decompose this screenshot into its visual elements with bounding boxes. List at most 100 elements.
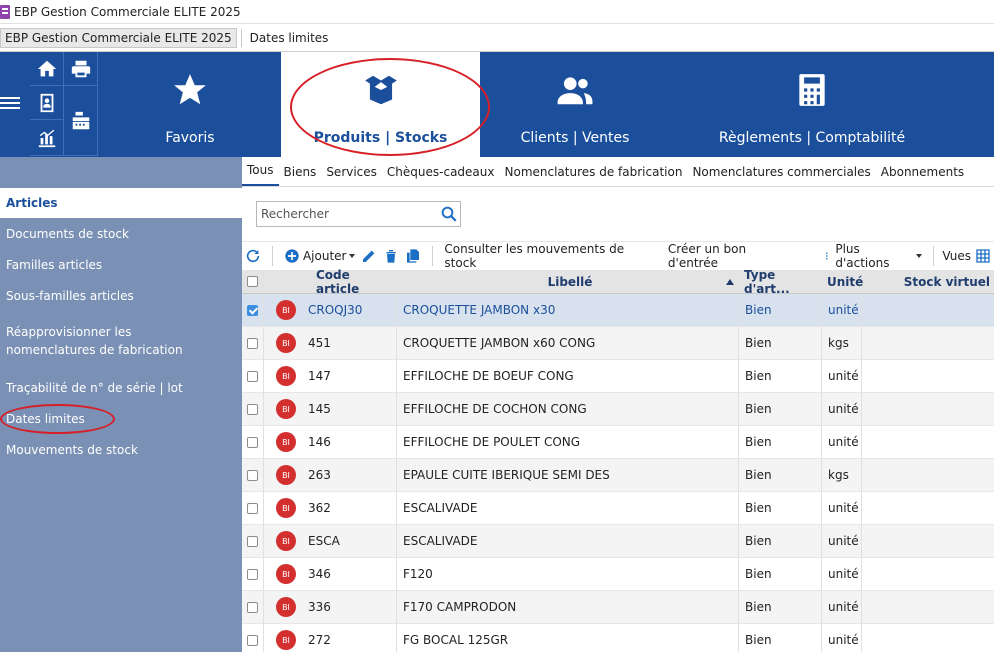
table-row[interactable]: BI 272 FG BOCAL 125GR Bien unité [242, 624, 994, 652]
row-checkbox[interactable] [247, 502, 258, 514]
more-actions-label: Plus d'actions [835, 241, 890, 270]
cash-register-icon[interactable] [64, 86, 98, 156]
add-button[interactable]: Ajouter [281, 244, 359, 268]
duplicate-icon[interactable] [402, 244, 424, 268]
article-type-badge: BI [276, 399, 296, 419]
row-checkbox[interactable] [247, 601, 258, 613]
table-row[interactable]: BI 147 EFFILOCHE DE BOEUF CONG Bien unité [242, 360, 994, 393]
column-header-stock[interactable]: Stock virtuel [861, 270, 994, 293]
table-row[interactable]: BI ESCA ESCALIVADE Bien unité [242, 525, 994, 558]
table-row[interactable]: BI 451 CROQUETTE JAMBON x60 CONG Bien kgs [242, 327, 994, 360]
search-input[interactable] [257, 203, 438, 225]
module-clients-ventes[interactable]: Clients | Ventes [480, 52, 670, 157]
module-reglements-comptabilite[interactable]: Règlements | Comptabilité [670, 52, 954, 157]
select-all-checkbox[interactable] [247, 276, 258, 287]
window-titlebar: EBP Gestion Commerciale ELITE 2025 [0, 0, 994, 24]
home-icon[interactable] [30, 52, 64, 86]
cell-unit: unité [821, 426, 861, 458]
tab-biens[interactable]: Biens [279, 156, 322, 186]
cell-type: Bien [738, 327, 821, 359]
add-button-label: Ajouter [302, 248, 347, 263]
search-icon[interactable] [438, 203, 460, 225]
column-header-label[interactable]: Libellé [396, 270, 738, 293]
column-header-type[interactable]: Type d'art... [738, 268, 821, 296]
module-label: Produits | Stocks [313, 130, 448, 146]
chevron-down-icon [916, 253, 923, 258]
cell-label: ESCALIVADE [396, 492, 738, 524]
module-produits-stocks[interactable]: Produits | Stocks [281, 52, 480, 157]
views-label: Vues [942, 248, 971, 263]
sidebar-item-familles[interactable]: Familles articles [0, 256, 242, 274]
table-row[interactable]: BI 145 EFFILOCHE DE COCHON CONG Bien unité [242, 393, 994, 426]
cell-stock [861, 426, 994, 458]
row-checkbox[interactable] [247, 535, 258, 547]
table-row[interactable]: BI 146 EFFILOCHE DE POULET CONG Bien unité [242, 426, 994, 459]
table-row[interactable]: BI 263 EPAULE CUITE IBERIQUE SEMI DES Bien k… [242, 459, 994, 492]
table-row[interactable]: BI 336 F170 CAMPRODON Bien unité [242, 591, 994, 624]
cell-code: 346 [308, 567, 331, 581]
window-title: EBP Gestion Commerciale ELITE 2025 [14, 4, 241, 19]
cell-unit: unité [821, 624, 861, 652]
cell-unit: unité [821, 525, 861, 557]
article-type-badge: BI [276, 531, 296, 551]
cell-stock [861, 360, 994, 392]
sidebar-item-mouvements[interactable]: Mouvements de stock [0, 441, 242, 459]
sidebar-item-articles[interactable]: Articles [0, 188, 242, 218]
sidebar-item-tracabilite[interactable]: Traçabilité de n° de série | lot [0, 379, 242, 397]
hamburger-menu-icon[interactable] [0, 94, 22, 114]
cell-code: 336 [308, 600, 331, 614]
row-checkbox[interactable] [247, 469, 258, 481]
table-row[interactable]: BI 346 F120 Bien unité [242, 558, 994, 591]
cell-label: FG BOCAL 125GR [396, 624, 738, 652]
sidebar-item-reapprovisionner[interactable]: Réapprovisionner les nomenclatures de fa… [0, 323, 200, 359]
kebab-icon [825, 251, 828, 260]
cell-code: 362 [308, 501, 331, 515]
cell-unit: kgs [821, 459, 861, 491]
module-favoris[interactable]: Favoris [100, 52, 280, 157]
tab-separator [240, 28, 242, 47]
consult-stock-movements-button[interactable]: Consulter les mouvements de stock [441, 242, 653, 270]
cell-code: 451 [308, 336, 331, 350]
row-checkbox[interactable] [247, 568, 258, 580]
sidebar-item-documents-stock[interactable]: Documents de stock [0, 225, 242, 243]
refresh-icon[interactable] [242, 244, 264, 268]
tab-cheques-cadeaux[interactable]: Chèques-cadeaux [382, 156, 500, 186]
cell-label: ESCALIVADE [396, 525, 738, 557]
star-icon [174, 74, 206, 105]
tab-nomenclatures-commerciales[interactable]: Nomenclatures commerciales [687, 156, 875, 186]
cell-code: 146 [308, 435, 331, 449]
row-checkbox[interactable] [247, 403, 258, 415]
row-checkbox[interactable] [247, 337, 258, 349]
contacts-book-icon[interactable] [30, 86, 64, 120]
stats-chart-icon[interactable] [30, 120, 64, 156]
sidebar-item-dates-limites[interactable]: Dates limites [0, 410, 242, 428]
tab-home[interactable]: EBP Gestion Commerciale ELITE 2025 [0, 27, 237, 48]
row-checkbox[interactable] [247, 304, 258, 316]
cell-unit: unité [821, 294, 861, 326]
tab-dates-limites[interactable]: Dates limites [246, 28, 333, 48]
cell-label: EFFILOCHE DE BOEUF CONG [396, 360, 738, 392]
tab-abonnements[interactable]: Abonnements [876, 156, 969, 186]
table-row[interactable]: BI 362 ESCALIVADE Bien unité [242, 492, 994, 525]
table-row[interactable]: BI CROQJ30 CROQUETTE JAMBON x30 Bien unité [242, 294, 994, 327]
cell-type: Bien [738, 525, 821, 557]
delete-icon[interactable] [380, 244, 402, 268]
views-button[interactable]: Vues [942, 244, 994, 268]
row-checkbox[interactable] [247, 436, 258, 448]
tab-services[interactable]: Services [321, 156, 382, 186]
edit-icon[interactable] [358, 244, 380, 268]
row-checkbox[interactable] [247, 634, 258, 646]
more-actions-button[interactable]: Plus d'actions [819, 241, 926, 270]
tab-nomenclatures-fabrication[interactable]: Nomenclatures de fabrication [500, 156, 688, 186]
cell-code: ESCA [308, 534, 340, 548]
create-entry-voucher-button[interactable]: Créer un bon d'entrée [665, 242, 797, 270]
sidebar-item-sous-familles[interactable]: Sous-familles articles [0, 287, 242, 305]
quick-access-grid [28, 52, 100, 157]
cell-type: Bien [738, 624, 821, 652]
column-header-unit[interactable]: Unité [821, 270, 863, 293]
row-checkbox[interactable] [247, 370, 258, 382]
article-type-badge: BI [276, 564, 296, 584]
column-header-code[interactable]: Code article [308, 268, 396, 296]
printer-icon[interactable] [64, 52, 98, 86]
tab-tous[interactable]: Tous [242, 156, 279, 186]
